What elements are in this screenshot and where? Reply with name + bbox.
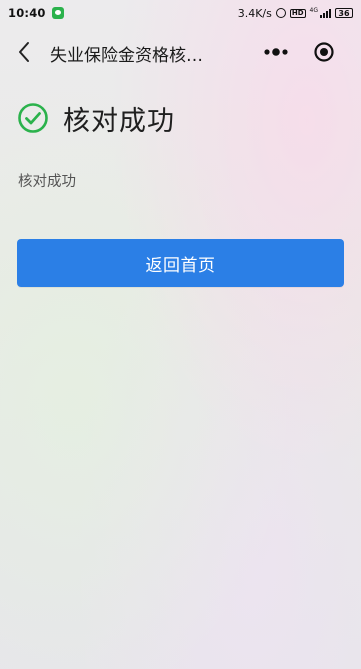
back-button[interactable] (12, 38, 36, 66)
status-time: 10:40 (8, 6, 46, 20)
status-left: 10:40 (8, 6, 64, 20)
network-type-label: 4G (309, 7, 318, 14)
result-header: 核对成功 (17, 98, 175, 138)
mini-program-capsule (250, 37, 346, 67)
wechat-icon (51, 7, 64, 19)
status-bar: 10:40 3.4K/s HD 4G 36 (0, 0, 361, 26)
network-speed: 3.4K/s (237, 6, 272, 20)
page-title: 失业保险金资格核… (50, 46, 203, 66)
chevron-left-icon (19, 42, 29, 62)
signal-icon: 4G (310, 8, 331, 18)
result-description: 核对成功 (18, 174, 76, 190)
result-title: 核对成功 (63, 105, 175, 137)
more-dots-icon (264, 48, 288, 56)
more-button[interactable] (250, 37, 302, 67)
status-right: 3.4K/s HD 4G 36 (238, 7, 353, 20)
check-circle-icon (17, 102, 49, 134)
nav-bar: 失业保险金资格核… (0, 28, 361, 76)
hd-icon: HD (289, 8, 306, 18)
battery-icon: 36 (335, 8, 353, 18)
alarm-icon (275, 8, 286, 18)
return-home-button[interactable]: 返回首页 (17, 239, 344, 287)
target-icon (314, 42, 334, 62)
close-miniprogram-button[interactable] (302, 37, 346, 67)
